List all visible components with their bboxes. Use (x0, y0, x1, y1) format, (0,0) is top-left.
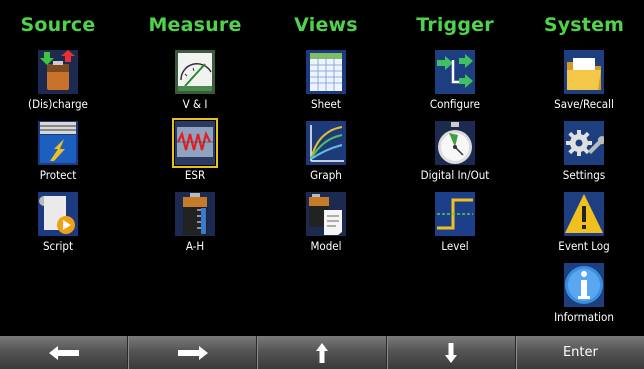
menu-column-trigger: Trigger Configure Digital In/Out Level (400, 0, 510, 336)
graph-icon (306, 121, 346, 165)
menu-item-label: Graph (310, 168, 342, 182)
menu-item-a-h[interactable]: A-H (140, 192, 250, 264)
folder-icon (564, 50, 604, 94)
softkey-right[interactable] (128, 336, 258, 369)
stopwatch-icon (435, 121, 475, 165)
menu-column-source: Source (Dis)charge Protect Script (3, 0, 113, 336)
main-menu-screen: Source (Dis)charge Protect Script Measur… (0, 0, 644, 336)
softkey-bar: Enter (0, 336, 644, 369)
column-title-measure: Measure (148, 14, 242, 36)
menu-item-digital-in-out[interactable]: Digital In/Out (400, 121, 510, 193)
menu-item-label: Settings (562, 168, 606, 182)
arrow-left-icon (48, 345, 79, 360)
softkey-left[interactable] (0, 336, 129, 369)
softkey-down[interactable] (386, 336, 516, 369)
menu-item-discharge[interactable]: (Dis)charge (3, 50, 113, 122)
settings-gear-icon (564, 121, 604, 165)
menu-item-label: Sheet (311, 97, 341, 111)
menu-item-v-and-i[interactable]: V & I (140, 50, 250, 122)
menu-item-sheet[interactable]: Sheet (271, 50, 381, 122)
enter-label: Enter (562, 345, 598, 360)
softkey-up[interactable] (257, 336, 387, 369)
menu-item-label: Script (42, 239, 73, 253)
menu-item-label: Configure (429, 97, 481, 111)
column-title-trigger: Trigger (416, 14, 494, 36)
esr-waveform-icon (172, 118, 218, 168)
menu-item-label: A-H (185, 239, 205, 253)
menu-item-level[interactable]: Level (400, 192, 510, 264)
battery-model-icon (306, 192, 346, 236)
menu-item-save-recall[interactable]: Save/Recall (529, 50, 639, 122)
menu-item-settings[interactable]: Settings (529, 121, 639, 193)
menu-item-label: Protect (39, 168, 77, 182)
menu-item-label: Level (441, 239, 469, 253)
menu-item-protect[interactable]: Protect (3, 121, 113, 193)
battery-ah-icon (175, 192, 215, 236)
menu-item-graph[interactable]: Graph (271, 121, 381, 193)
menu-item-label: Event Log (558, 239, 610, 253)
menu-item-model[interactable]: Model (271, 192, 381, 264)
menu-item-label: (Dis)charge (28, 97, 88, 111)
arrow-up-icon (316, 342, 328, 363)
warning-icon (564, 192, 604, 236)
menu-item-label: Digital In/Out (420, 168, 490, 182)
column-title-source: Source (20, 14, 96, 36)
menu-item-label: ESR (184, 168, 206, 182)
trigger-configure-icon (435, 50, 475, 94)
menu-item-event-log[interactable]: Event Log (529, 192, 639, 264)
menu-item-esr[interactable]: ESR (140, 118, 250, 193)
arrow-right-icon (177, 345, 208, 360)
menu-item-label: Model (310, 239, 342, 253)
menu-column-views: Views Sheet Graph Model (271, 0, 381, 336)
sheet-icon (306, 50, 346, 94)
menu-item-label: Save/Recall (554, 97, 614, 111)
menu-item-information[interactable]: Information (529, 263, 639, 335)
level-step-icon (435, 192, 475, 236)
column-title-views: Views (294, 14, 358, 36)
menu-item-label: Information (554, 310, 614, 324)
menu-column-measure: Measure V & I ESR A-H (140, 0, 250, 336)
arrow-down-icon (445, 342, 458, 363)
info-icon (564, 263, 604, 307)
menu-item-label: V & I (182, 97, 208, 111)
menu-item-configure[interactable]: Configure (400, 50, 510, 122)
meter-gauge-icon (175, 50, 215, 94)
script-icon (38, 192, 78, 236)
menu-item-script[interactable]: Script (3, 192, 113, 264)
protect-icon (38, 121, 78, 165)
menu-column-system: System Save/Recall Settings Event Log In… (529, 0, 639, 336)
battery-charge-icon (38, 50, 78, 94)
column-title-system: System (543, 14, 625, 36)
softkey-enter[interactable]: Enter (515, 336, 644, 369)
